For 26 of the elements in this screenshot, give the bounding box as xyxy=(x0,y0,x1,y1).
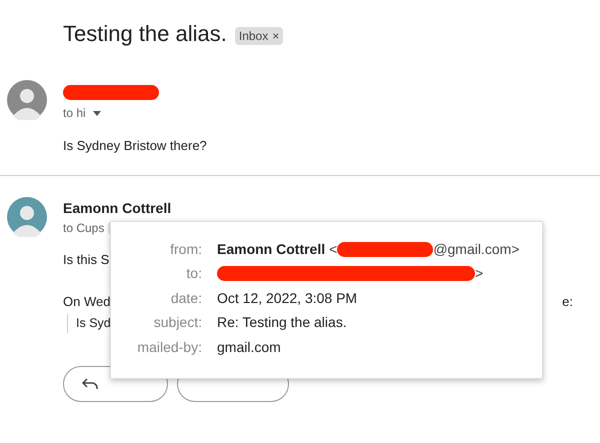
detail-label: date: xyxy=(170,288,202,308)
avatar xyxy=(7,80,47,120)
detail-value: Re: Testing the alias. xyxy=(217,313,347,332)
detail-value: Eamonn Cottrell xyxy=(217,240,326,259)
avatar xyxy=(7,197,47,237)
detail-label: subject: xyxy=(152,313,202,332)
inbox-label[interactable]: Inbox × xyxy=(234,26,284,44)
close-icon[interactable]: × xyxy=(272,26,280,44)
message-body: Is this S xyxy=(63,251,110,269)
recipient-text: to Cups xyxy=(63,220,104,237)
quote-header-end: e: xyxy=(562,292,573,310)
detail-value: @gmail.com> xyxy=(433,240,520,259)
email-subject: Testing the alias. xyxy=(63,20,227,48)
detail-label: mailed-by: xyxy=(136,338,202,357)
reply-icon xyxy=(82,378,98,390)
detail-label: from: xyxy=(169,240,202,259)
quote-header: On Wed xyxy=(63,292,110,310)
detail-value: gmail.com xyxy=(217,338,281,357)
detail-label: to: xyxy=(185,264,202,284)
detail-value: < xyxy=(329,240,338,259)
message-body: Is Sydney Bristow there? xyxy=(63,137,207,155)
recipient-text: to hi xyxy=(63,105,86,122)
quoted-text: Is Syd xyxy=(76,316,111,330)
detail-value: > xyxy=(475,264,484,284)
detail-value: Oct 12, 2022, 3:08 PM xyxy=(217,288,358,308)
sender-name: Eamonn Cottrell xyxy=(63,198,172,218)
